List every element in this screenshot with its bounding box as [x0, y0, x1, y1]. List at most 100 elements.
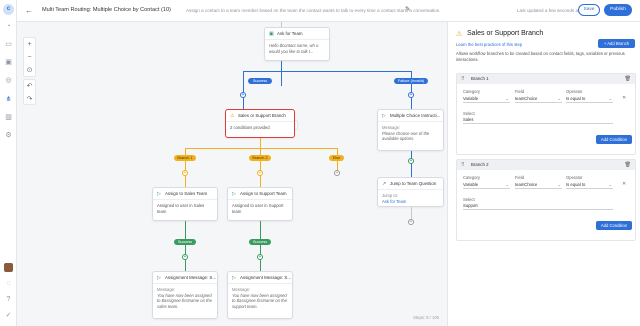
add-step-icon[interactable]: + — [182, 170, 188, 176]
operator-value: Is equal to — [566, 96, 586, 101]
chevron-down-icon: ⌄ — [505, 182, 509, 187]
settings-icon[interactable]: ⚙ — [4, 131, 13, 140]
node-assign-support[interactable]: ▷ Assign to Support Team Assigned to user… — [227, 187, 293, 221]
notifications-icon[interactable]: ◌ — [4, 279, 13, 288]
node-body: Assigned to user in Support team — [232, 203, 284, 214]
add-step-icon[interactable]: + — [408, 219, 414, 225]
category-select[interactable]: Variable ⌄ — [463, 181, 510, 189]
node-title: Assign to Sales Team — [165, 191, 208, 196]
publish-button[interactable]: Publish — [604, 4, 632, 16]
message-icon: ▷ — [157, 275, 161, 281]
contacts-icon[interactable]: ▣ — [4, 58, 13, 67]
success-pill: Success — [174, 239, 196, 245]
node-multiple-choice[interactable]: ▷ Multiple Choice Instructi... Message: Pl… — [377, 109, 444, 151]
branch-card-2: ⠿ Branch 2 🗑 Category Field Operator Varia… — [456, 159, 636, 241]
left-rail: c ◔ ▭ ▣ ◎ ⋔ ▥ ⚙ ◌ ? ✓ — [0, 0, 17, 326]
branch-card-1: ⠿ Branch 1 🗑 Category Field Operator Varia… — [456, 73, 636, 155]
add-condition-button[interactable]: Add Condition — [596, 135, 632, 144]
operator-label: Operator — [566, 89, 583, 94]
chevron-down-icon: ⌄ — [608, 96, 612, 101]
node-message-support[interactable]: ▷ Assignment Message: S... Message: You ha… — [227, 271, 293, 319]
category-select[interactable]: Variable ⌄ — [463, 95, 510, 103]
delete-branch-icon[interactable]: 🗑 — [625, 74, 631, 84]
undo-icon[interactable]: ↶ — [24, 80, 35, 93]
node-message-sales[interactable]: ▷ Assignment Message: S... Message: You ha… — [152, 271, 218, 319]
value-select[interactable]: Support — [463, 202, 613, 210]
save-button[interactable]: Save — [578, 4, 600, 16]
jump-target-link[interactable]: Ask for Team — [382, 199, 406, 204]
redo-icon[interactable]: ↷ — [24, 93, 35, 106]
node-assign-sales[interactable]: ▷ Assign to Sales Team Assigned to user i… — [152, 187, 218, 221]
node-body: Assigned to user in Sales team — [157, 203, 205, 214]
chevron-down-icon: ⌄ — [557, 182, 561, 187]
status-icon[interactable]: ✓ — [4, 311, 13, 320]
node-ask-for-team[interactable]: ▣ Ask for Team Hello $contact.name, wh o … — [264, 27, 330, 61]
panel-description: Allows workflow branches to be created b… — [456, 51, 625, 62]
panel-title: Sales or Support Branch — [467, 30, 544, 37]
add-step-icon[interactable]: + — [408, 92, 414, 98]
branch-name[interactable]: Branch 1 — [471, 76, 489, 81]
back-arrow-icon[interactable]: ← — [25, 6, 33, 15]
branch-name[interactable]: Branch 2 — [471, 162, 489, 167]
success-pill: Success — [248, 78, 272, 84]
field-value: teamChoice — [515, 96, 538, 101]
messages-icon[interactable]: ▭ — [4, 40, 13, 49]
workflow-canvas[interactable]: + − ⊙ ↶ ↷ ▣ Ask for Team Hello $contact.n… — [17, 22, 447, 326]
field-select[interactable]: teamChoice ⌄ — [515, 95, 562, 103]
add-step-icon[interactable]: + — [257, 170, 263, 176]
avatar[interactable] — [4, 263, 13, 272]
else-pill: Else — [329, 155, 344, 161]
remove-condition-icon[interactable]: ✕ — [622, 95, 626, 101]
zoom-in-icon[interactable]: + — [24, 38, 35, 51]
node-body: 2 conditions provided — [230, 125, 270, 130]
branch-icon: ⚠ — [230, 113, 235, 119]
fit-view-icon[interactable]: ⊙ — [24, 64, 35, 77]
node-body: Please choose one of the available optio… — [382, 130, 430, 142]
chevron-down-icon: ⌄ — [505, 96, 509, 101]
connector — [185, 221, 186, 271]
category-label: Category — [463, 175, 480, 180]
category-value: Variable — [463, 182, 479, 187]
delete-branch-icon[interactable]: 🗑 — [625, 160, 631, 170]
dashboard-icon[interactable]: ◔ — [4, 22, 13, 31]
operator-select[interactable]: Is equal to ⌄ — [566, 95, 613, 103]
branch-warning-icon: ⚠ — [456, 31, 463, 38]
drag-handle-icon[interactable]: ⠿ — [461, 160, 465, 170]
node-body: You have now been assigned to $assignee.… — [232, 292, 287, 309]
edit-pencil-icon[interactable]: ✎ — [405, 5, 410, 13]
add-step-icon[interactable]: + — [240, 92, 246, 98]
node-jump-to-team[interactable]: ↗ Jump to Team Question Jump to: Ask for T… — [377, 177, 444, 207]
add-condition-button[interactable]: Add Condition — [596, 221, 632, 230]
operator-value: Is equal to — [566, 182, 586, 187]
workspace-logo-icon[interactable]: c — [3, 4, 14, 15]
reports-icon[interactable]: ▥ — [4, 113, 13, 122]
zoom-controls: + − ⊙ — [23, 37, 36, 77]
value-select[interactable]: Sales — [463, 116, 613, 124]
operator-select[interactable]: Is equal to ⌄ — [566, 181, 613, 189]
assign-icon: ▷ — [232, 191, 236, 197]
condition-value: Sales — [463, 117, 474, 122]
remove-condition-icon[interactable]: ✕ — [622, 181, 626, 187]
workflows-icon[interactable]: ⋔ — [4, 95, 13, 104]
node-sales-support-branch[interactable]: ⚠ Sales or Support Branch 2 conditions pr… — [225, 109, 295, 138]
node-body: Hello $contact.name, wh o would you like… — [269, 43, 319, 54]
broadcast-icon[interactable]: ◎ — [4, 76, 13, 85]
connector — [243, 71, 411, 72]
best-practices-link[interactable]: Learn the best practices of this step — [456, 42, 522, 47]
history-controls: ↶ ↷ — [23, 79, 36, 105]
drag-handle-icon[interactable]: ⠿ — [461, 74, 465, 84]
category-value: Variable — [463, 96, 479, 101]
success-pill: Success — [249, 239, 271, 245]
step-settings-panel: ⚠ Sales or Support Branch Learn the best… — [447, 22, 640, 326]
help-icon[interactable]: ? — [4, 295, 13, 304]
zoom-out-icon[interactable]: − — [24, 51, 35, 64]
workflow-description: Assign a contact to a team member based … — [186, 7, 441, 13]
add-branch-button[interactable]: + Add Branch — [598, 39, 635, 48]
field-select[interactable]: teamChoice ⌄ — [515, 181, 562, 189]
add-step-icon[interactable]: + — [257, 254, 263, 260]
connector — [411, 207, 412, 219]
add-step-icon[interactable]: + — [334, 170, 340, 176]
add-step-icon[interactable]: + — [182, 254, 188, 260]
add-step-icon[interactable]: + — [408, 158, 414, 164]
node-title: Assignment Message: S... — [165, 275, 217, 280]
